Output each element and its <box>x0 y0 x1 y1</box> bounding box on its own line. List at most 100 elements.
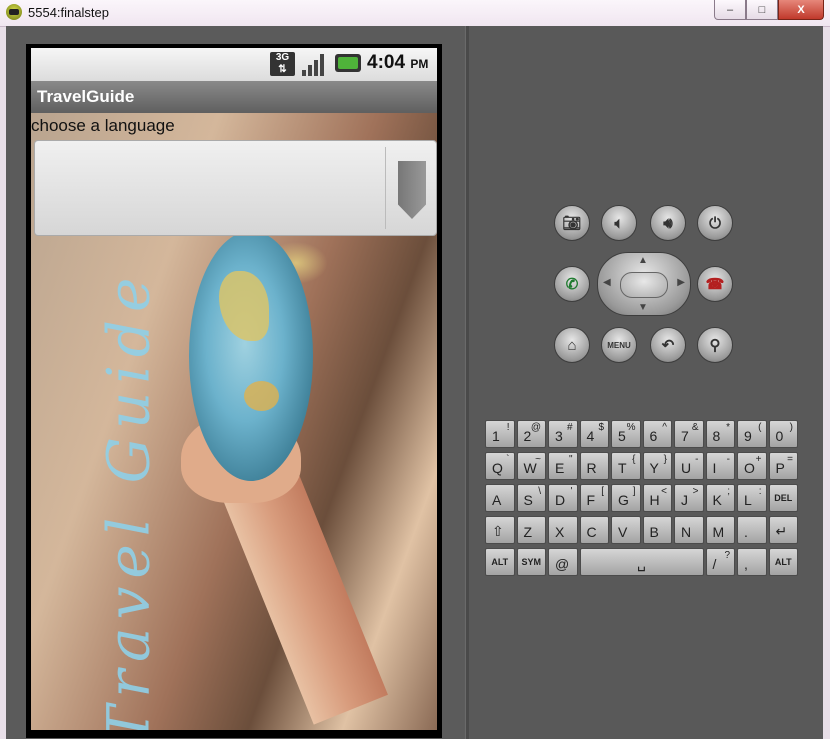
key-6[interactable]: 6 ^ <box>642 420 672 448</box>
key-g[interactable]: G] <box>611 484 641 512</box>
maximize-button[interactable]: □ <box>746 0 778 20</box>
key-i[interactable]: I- <box>705 452 735 480</box>
key-comma[interactable]: , <box>737 548 767 576</box>
key-4[interactable]: 4 $ <box>579 420 609 448</box>
key-y[interactable]: Y} <box>642 452 672 480</box>
key-e[interactable]: E " <box>548 452 578 480</box>
key-b[interactable]: B <box>642 516 672 544</box>
key-alt-label: - <box>695 454 699 465</box>
key-alt-label: ~ <box>535 454 541 465</box>
key-alt-label: % <box>626 422 636 433</box>
key-1[interactable]: 1! <box>485 420 515 448</box>
key-at[interactable]: @ <box>548 548 578 576</box>
menu-button[interactable]: MENU <box>601 327 637 363</box>
key-j[interactable]: J > <box>674 484 704 512</box>
key-space[interactable]: ␣ <box>579 548 704 576</box>
power-button[interactable]: ⏻ <box>697 205 733 241</box>
key-alt-label: - <box>726 454 730 465</box>
dpad-right-icon[interactable]: ▶ <box>677 277 685 288</box>
camera-button[interactable]: 📷︎ <box>554 205 590 241</box>
dpad-center-button[interactable] <box>620 272 668 298</box>
back-button[interactable]: ↶ <box>650 327 686 363</box>
key-m[interactable]: M <box>705 516 735 544</box>
key-label: 5 <box>618 428 626 444</box>
language-spinner[interactable] <box>34 140 437 236</box>
key-h[interactable]: H < <box>642 484 672 512</box>
spinner-divider <box>385 147 386 229</box>
key-label: @ <box>555 556 570 572</box>
end-call-button[interactable]: ☎ <box>697 266 733 302</box>
key-l[interactable]: L: <box>737 484 767 512</box>
key-c[interactable]: C <box>579 516 609 544</box>
dpad[interactable]: ▲ ▼ ◀ ▶ <box>597 252 691 316</box>
window-title: 5554:finalstep <box>28 5 109 20</box>
key-n[interactable]: N <box>674 516 704 544</box>
key-alt-label: ) <box>789 422 793 433</box>
home-button[interactable]: ⌂ <box>554 327 590 363</box>
search-icon: ⚲ <box>709 337 721 354</box>
key-alt-label: } <box>663 454 667 465</box>
key-v[interactable]: V <box>611 516 641 544</box>
key-shift[interactable]: ⇧ <box>485 516 515 544</box>
key-alt-label: > <box>692 486 699 497</box>
volume-up-button[interactable]: 🔊︎ <box>650 205 686 241</box>
key-label: Q <box>492 460 503 476</box>
key-label: ␣ <box>637 555 646 571</box>
key-del[interactable]: DEL <box>768 484 798 512</box>
back-icon: ↶ <box>661 337 675 354</box>
key-3[interactable]: 3 # <box>548 420 578 448</box>
key-2[interactable]: 2 @ <box>516 420 546 448</box>
key-p[interactable]: P = <box>768 452 798 480</box>
key-u[interactable]: U- <box>674 452 704 480</box>
key-5[interactable]: 5% <box>611 420 641 448</box>
volume-down-button[interactable]: 🔈︎ <box>601 205 637 241</box>
key-label: K <box>712 492 722 508</box>
key-label: E <box>555 460 565 476</box>
key-k[interactable]: K; <box>705 484 735 512</box>
key-9[interactable]: 9( <box>737 420 767 448</box>
key-t[interactable]: T{ <box>611 452 641 480</box>
app-title: TravelGuide <box>37 87 135 106</box>
call-button[interactable]: ✆ <box>554 266 590 302</box>
key-d[interactable]: D ' <box>548 484 578 512</box>
key-a[interactable]: A <box>485 484 515 512</box>
dpad-down-icon[interactable]: ▼ <box>638 302 648 313</box>
key-7[interactable]: 7 & <box>674 420 704 448</box>
key-label: B <box>649 524 659 540</box>
key-z[interactable]: Z <box>516 516 546 544</box>
key-r[interactable]: R <box>579 452 609 480</box>
key-label: 1 <box>492 428 500 444</box>
search-button[interactable]: ⚲ <box>697 327 733 363</box>
key-alt-label: ] <box>632 486 636 497</box>
key-.[interactable]: . <box>737 516 767 544</box>
key-alt-label: = <box>787 454 793 465</box>
key-x[interactable]: X <box>548 516 578 544</box>
dropdown-arrow-icon[interactable] <box>398 161 426 219</box>
key-sym[interactable]: SYM <box>516 548 546 576</box>
key-alt-label: [ <box>601 486 604 497</box>
key-label: Z <box>523 524 533 540</box>
network-3g-icon: 3G ⇅ <box>270 52 295 76</box>
key-slash[interactable]: /? <box>705 548 735 576</box>
window-titlebar: 5554:finalstep – □ X <box>0 0 830 27</box>
dpad-left-icon[interactable]: ◀ <box>603 277 611 288</box>
key-label: . <box>744 524 748 540</box>
key-label: S <box>523 492 533 508</box>
key-8[interactable]: 8 * <box>705 420 735 448</box>
key-label: M <box>712 524 725 540</box>
language-prompt: choose a language <box>31 116 175 135</box>
key-f[interactable]: F[ <box>579 484 609 512</box>
key-label: 9 <box>744 428 752 444</box>
key-0[interactable]: 0) <box>768 420 798 448</box>
dpad-up-icon[interactable]: ▲ <box>638 255 648 266</box>
close-button[interactable]: X <box>778 0 824 20</box>
key-label: 4 <box>586 428 595 444</box>
key-q[interactable]: Q ` <box>485 452 515 480</box>
key-w[interactable]: W ~ <box>516 452 546 480</box>
key-alt-left[interactable]: ALT <box>485 548 515 576</box>
minimize-button[interactable]: – <box>714 0 746 20</box>
key-enter[interactable]: ↵ <box>768 516 798 544</box>
key-s[interactable]: S \ <box>516 484 546 512</box>
key-o[interactable]: O + <box>737 452 767 480</box>
key-alt-right[interactable]: ALT <box>768 548 798 576</box>
